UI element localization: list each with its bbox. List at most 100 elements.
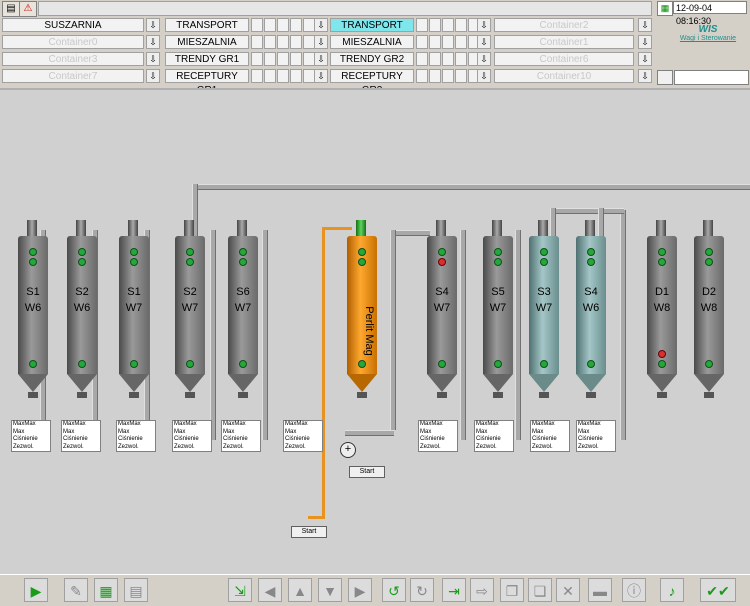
silo-label: S2 W7 [181,286,199,314]
arrow-right-icon[interactable]: ▶ [348,578,372,602]
status-box: MaxMax Max Ciśnienie Zezwol. [116,420,156,452]
nav-receptury-gr1[interactable]: RECEPTURY GR1 [165,69,249,96]
nav-receptury-gr2[interactable]: RECEPTURY GR2 [330,69,414,96]
acknowledge-icon[interactable]: ✔✔ [700,578,736,602]
nav-container2[interactable]: Container2 [494,18,634,32]
dropdown-arrow-icon[interactable]: ⇩ [638,69,652,83]
save-icon[interactable] [657,70,673,85]
top-toolbar: ▤ ⚠ ▦ 12-09-04 08:16:30 SUSZARNIA ⇩ TRAN… [0,0,750,96]
info-icon[interactable]: ⓘ [622,578,646,602]
silo-label: S1 W6 [24,286,42,314]
redo-icon[interactable]: ↻ [410,578,434,602]
status-box: MaxMax Max Ciśnienie Zezwol. [576,420,616,452]
status-box: MaxMax Max Ciśnienie Zezwol. [530,420,570,452]
status-box: MaxMax Max Ciśnienie Zezwol. [221,420,261,452]
pipe [390,230,430,236]
process-panel: S1 W6 S2 W6 S1 W7 S2 W7 S6 W7 Perlit Mag S4 W7 [0,88,750,603]
silo-label: S4 W6 [582,286,600,314]
dropdown-arrow-icon[interactable]: ⇩ [638,35,652,49]
nav-mieszalnia-gr2[interactable]: MIESZALNIA GR2 [330,35,414,62]
dropdown-arrow-icon[interactable]: ⇩ [146,69,160,83]
dropdown-arrow-icon[interactable]: ⇩ [146,18,160,32]
transport-pipe [308,516,325,519]
arrow-left-icon[interactable]: ◀ [258,578,282,602]
print-icon[interactable]: ▬ [588,578,612,602]
dropdown-arrow-icon[interactable]: ⇩ [477,69,491,83]
forward-icon[interactable]: ⇨ [470,578,494,602]
silo-label: D1 W8 [653,286,671,314]
nav-container7[interactable]: Container7 [2,69,144,83]
pipe [390,230,396,430]
start-button[interactable]: Start [349,466,385,478]
nav-trendy-gr1[interactable]: TRENDY GR1 [165,52,249,66]
paste-icon[interactable]: ❏ [528,578,552,602]
datetime-display: 12-09-04 08:16:30 [673,1,747,26]
pipe [550,208,624,214]
silo-label: S3 W7 [535,286,553,314]
import-icon[interactable]: ⇥ [442,578,466,602]
rotary-valve-icon[interactable]: + [340,442,356,458]
dropdown-arrow-icon[interactable]: ⇩ [314,18,328,32]
dropdown-arrow-icon[interactable]: ⇩ [477,52,491,66]
nav-transport-gr2[interactable]: TRANSPORT GR2 [330,18,414,45]
status-box: MaxMax Max Ciśnienie Zezwol. [474,420,514,452]
main-pipe [192,184,750,190]
dropdown-arrow-icon[interactable]: ⇩ [638,52,652,66]
nav-transport-gr1[interactable]: TRANSPORT GR1 [165,18,249,45]
silo-label: S2 W6 [73,286,91,314]
start-button[interactable]: Start [291,526,327,538]
status-box: MaxMax Max Ciśnienie Zezwol. [418,420,458,452]
dropdown-arrow-icon[interactable]: ⇩ [146,52,160,66]
arrow-down-icon[interactable]: ▼ [318,578,342,602]
play-icon[interactable]: ▶ [24,578,48,602]
document-icon[interactable]: ▤ [124,578,148,602]
user-field[interactable] [674,70,749,85]
dropdown-arrow-icon[interactable]: ⇩ [314,69,328,83]
dropdown-arrow-icon[interactable]: ⇩ [638,18,652,32]
status-box: MaxMax Max Ciśnienie Zezwol. [61,420,101,452]
silo-label: Perlit Mag [363,306,375,356]
calendar-icon[interactable]: ▦ [657,1,673,16]
transport-pipe [322,227,325,517]
sound-icon[interactable]: ♪ [660,578,684,602]
alarm-message-field [38,1,652,16]
silo-label: S4 W7 [433,286,451,314]
silo-label: S1 W7 [125,286,143,314]
report-icon[interactable]: ▦ [94,578,118,602]
nav-container10[interactable]: Container10 [494,69,634,83]
silo-label: D2 W8 [700,286,718,314]
nav-container1[interactable]: Container1 [494,35,634,49]
tools-icon[interactable]: ✎ [64,578,88,602]
nav-container3[interactable]: Container3 [2,52,144,66]
transport-pipe [322,227,352,230]
logo-subtitle: Wagi i Sterowanie [679,35,737,42]
nav-mieszalnia-gr1[interactable]: MIESZALNIA GR1 [165,35,249,62]
company-logo: WIS Wagi i Sterowanie [678,24,738,42]
nav-container0[interactable]: Container0 [2,35,144,49]
status-box: MaxMax Max Ciśnienie Zezwol. [283,420,323,452]
delete-icon[interactable]: ✕ [556,578,580,602]
silo-label: S6 W7 [234,286,252,314]
folder-icon[interactable]: ▤ [2,1,20,17]
dropdown-arrow-icon[interactable]: ⇩ [314,35,328,49]
warning-icon[interactable]: ⚠ [19,1,37,17]
pipe [345,430,394,436]
silo-label: S5 W7 [489,286,507,314]
dropdown-arrow-icon[interactable]: ⇩ [477,35,491,49]
pipe [620,210,626,440]
pipe [598,208,604,238]
status-box: MaxMax Max Ciśnienie Zezwol. [172,420,212,452]
export-icon[interactable]: ⇲ [228,578,252,602]
dropdown-arrow-icon[interactable]: ⇩ [146,35,160,49]
dropdown-arrow-icon[interactable]: ⇩ [477,18,491,32]
bottom-toolbar: ▶ ✎ ▦ ▤ ⇲ ◀ ▲ ▼ ▶ ↺ ↻ ⇥ ⇨ ❐ ❏ ✕ ▬ ⓘ ♪ ✔✔ [0,574,750,605]
nav-suszarnia[interactable]: SUSZARNIA [2,18,144,32]
undo-icon[interactable]: ↺ [382,578,406,602]
arrow-up-icon[interactable]: ▲ [288,578,312,602]
nav-trendy-gr2[interactable]: TRENDY GR2 [330,52,414,66]
pipe [550,208,556,238]
nav-container6[interactable]: Container6 [494,52,634,66]
copy-icon[interactable]: ❐ [500,578,524,602]
logo-title: WIS [698,24,718,35]
dropdown-arrow-icon[interactable]: ⇩ [314,52,328,66]
